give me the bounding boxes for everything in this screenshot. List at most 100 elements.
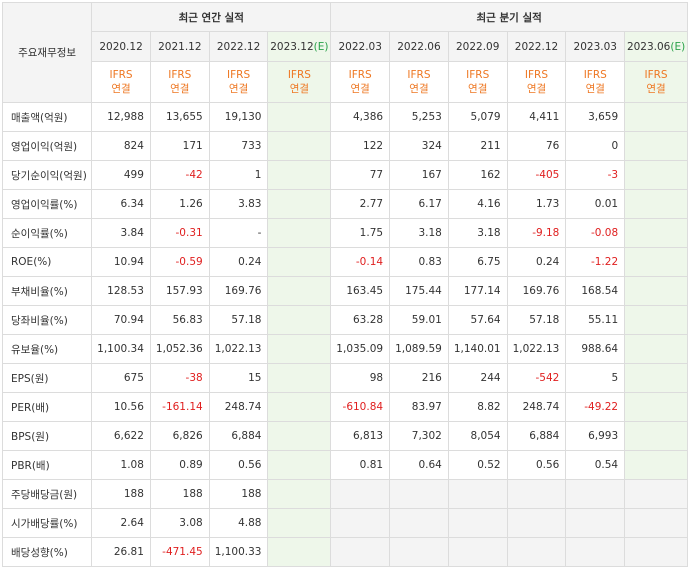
accounting-line2: 연결 <box>585 83 605 95</box>
empty-cell <box>506 479 567 509</box>
value-cell: 3.84 <box>91 218 151 248</box>
value-cell <box>267 450 332 480</box>
value-cell: 1,100.34 <box>91 334 151 364</box>
value-cell <box>267 392 332 422</box>
value-cell: 128.53 <box>91 276 151 306</box>
value-cell <box>267 421 332 451</box>
value-cell: 733 <box>208 131 269 161</box>
value-cell <box>267 363 332 393</box>
value-cell: 0.01 <box>565 189 626 219</box>
value-cell: 26.81 <box>91 537 151 567</box>
value-cell: 0.24 <box>506 247 567 277</box>
value-cell: 0.64 <box>389 450 449 480</box>
value-cell: 3.18 <box>389 218 449 248</box>
value-cell: -405 <box>506 160 567 190</box>
value-cell <box>267 247 332 277</box>
period-label: 2022.03 <box>338 40 382 53</box>
period-label: 2022.12 <box>514 40 559 53</box>
empty-cell <box>389 508 449 538</box>
row-label: PBR(배) <box>1 450 93 480</box>
value-cell <box>267 160 332 190</box>
value-cell: -3 <box>565 160 626 190</box>
value-cell: 1.73 <box>506 189 567 219</box>
value-cell: 122 <box>330 131 391 161</box>
table-row: 영업이익률(%) 6.34 1.26 3.83 2.77 6.17 4.16 1.73 0.01 <box>1 189 688 219</box>
value-cell <box>267 276 332 306</box>
estimate-mark: (E) <box>313 40 329 53</box>
value-cell <box>624 305 688 335</box>
value-cell: 55.11 <box>565 305 626 335</box>
value-cell: 824 <box>91 131 151 161</box>
accounting-standard: IFRS 연결 <box>506 61 567 103</box>
estimate-mark: (E) <box>670 40 686 53</box>
value-cell <box>624 218 688 248</box>
value-cell <box>267 102 332 132</box>
accounting-standard: IFRS 연결 <box>389 61 449 103</box>
period-label: 2023.06 <box>626 40 671 53</box>
row-label: BPS(원) <box>1 421 93 451</box>
row-label: 영업이익(억원) <box>1 131 93 161</box>
financial-summary-table: 주요재무정보 최근 연간 실적 최근 분기 실적 2020.12 2021.12 2… <box>1 2 688 567</box>
empty-cell <box>330 537 391 567</box>
value-cell: 1,035.09 <box>330 334 391 364</box>
row-label: 시가배당률(%) <box>1 508 93 538</box>
value-cell <box>624 363 688 393</box>
value-cell: 4.88 <box>208 508 269 538</box>
empty-cell <box>389 479 449 509</box>
accounting-line1: IFRS <box>348 69 372 81</box>
accounting-line2: 연결 <box>526 83 547 95</box>
value-cell: 2.77 <box>330 189 391 219</box>
accounting-line2: 연결 <box>350 83 370 95</box>
table-row: 주당배당금(원) 188 188 188 <box>1 479 688 509</box>
annual-period-header: 2021.12 <box>149 31 210 62</box>
value-cell: 3.18 <box>447 218 508 248</box>
value-cell: 675 <box>91 363 151 393</box>
period-label: 2021.12 <box>158 40 202 53</box>
accounting-standard: IFRS 연결 <box>267 61 332 103</box>
value-cell: 1.08 <box>91 450 151 480</box>
value-cell: 169.76 <box>506 276 567 306</box>
empty-cell <box>565 479 626 509</box>
value-cell: 8,054 <box>447 421 508 451</box>
value-cell <box>624 131 688 161</box>
value-cell: 1.75 <box>330 218 391 248</box>
value-cell: 6.34 <box>91 189 151 219</box>
accounting-line1: IFRS <box>407 69 431 81</box>
value-cell: -471.45 <box>149 537 210 567</box>
value-cell: 57.18 <box>506 305 567 335</box>
row-label: 영업이익률(%) <box>1 189 93 219</box>
value-cell: 0.54 <box>565 450 626 480</box>
value-cell: 171 <box>149 131 210 161</box>
table-row: PBR(배) 1.08 0.89 0.56 0.81 0.64 0.52 0.56 0.54 <box>1 450 688 480</box>
quarter-period-header: 2022.03 <box>330 31 391 62</box>
value-cell: 1,140.01 <box>447 334 508 364</box>
value-cell: 1,052.36 <box>149 334 210 364</box>
row-label: 순이익률(%) <box>1 218 93 248</box>
value-cell: 12,988 <box>91 102 151 132</box>
quarter-period-header: 2023.03 <box>565 31 626 62</box>
period-label: 2022.09 <box>456 40 500 53</box>
accounting-line2: 연결 <box>228 83 249 95</box>
empty-cell <box>506 508 567 538</box>
value-cell: 6,993 <box>565 421 626 451</box>
value-cell: 988.64 <box>565 334 626 364</box>
empty-cell <box>624 479 688 509</box>
accounting-line1: IFRS <box>524 69 549 81</box>
value-cell: 4,386 <box>330 102 391 132</box>
value-cell: 0.52 <box>447 450 508 480</box>
empty-cell <box>447 479 508 509</box>
value-cell: 1,089.59 <box>389 334 449 364</box>
value-cell: -49.22 <box>565 392 626 422</box>
accounting-standard: IFRS 연결 <box>447 61 508 103</box>
empty-cell <box>330 508 391 538</box>
value-cell: 1,100.33 <box>208 537 269 567</box>
empty-cell <box>447 508 508 538</box>
value-cell: 4.16 <box>447 189 508 219</box>
value-cell: -0.14 <box>330 247 391 277</box>
value-cell: 188 <box>149 479 210 509</box>
value-cell: 83.97 <box>389 392 449 422</box>
value-cell: 0.56 <box>506 450 567 480</box>
accounting-standard: IFRS 연결 <box>330 61 391 103</box>
value-cell: 3.08 <box>149 508 210 538</box>
table-row: 시가배당률(%) 2.64 3.08 4.88 <box>1 508 688 538</box>
